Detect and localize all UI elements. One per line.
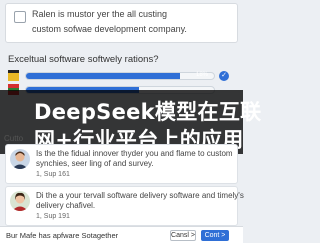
intro-line-2: custom sofwae development company. — [32, 24, 187, 34]
flag-icon — [8, 70, 19, 81]
avatar — [10, 191, 30, 211]
comment-text-line-1: Di the a your tervall software delivery … — [36, 191, 244, 200]
intro-line-1: Ralen is mustor yer the all custing — [32, 9, 168, 19]
poll-question: Exceltual software softwely rations? — [8, 54, 159, 65]
avatar — [10, 149, 30, 169]
comment-card: Di the a your tervall software delivery … — [5, 186, 244, 226]
comment-meta: 1, Sup 161 — [36, 171, 70, 178]
poll-bar-1 — [25, 72, 215, 80]
intro-card: Ralen is mustor yer the all custing cust… — [5, 3, 238, 43]
comment-card: Is the the fidual innover thyder you and… — [5, 144, 238, 184]
comments-section-label: Cutto — [4, 134, 24, 143]
overlay-title-line-1: DeepSeek模型在互联 — [34, 100, 262, 124]
poll-option-1[interactable]: 18% ✓ — [5, 70, 238, 82]
footer-bar: Bur Mafe has apfware Sotagether Cansl > … — [0, 226, 243, 243]
poll-option-1-percent: 18% — [195, 72, 208, 78]
comment-text-line-2: synchies, seer ling of and survey. — [36, 159, 154, 168]
poll-bar-fill-1 — [26, 73, 181, 79]
cancel-button[interactable]: Cansl > — [170, 230, 196, 241]
checkbox[interactable] — [14, 11, 26, 23]
comment-text-line-2: delivery chafivel. — [36, 201, 96, 210]
continue-button[interactable]: Cont > — [201, 230, 229, 241]
comment-meta: 1, Sup 191 — [36, 213, 70, 220]
comment-text-line-1: Is the the fidual innover thyder you and… — [36, 149, 233, 158]
footer-text: Bur Mafe has apfware Sotagether — [6, 231, 119, 240]
check-icon: ✓ — [219, 71, 229, 81]
